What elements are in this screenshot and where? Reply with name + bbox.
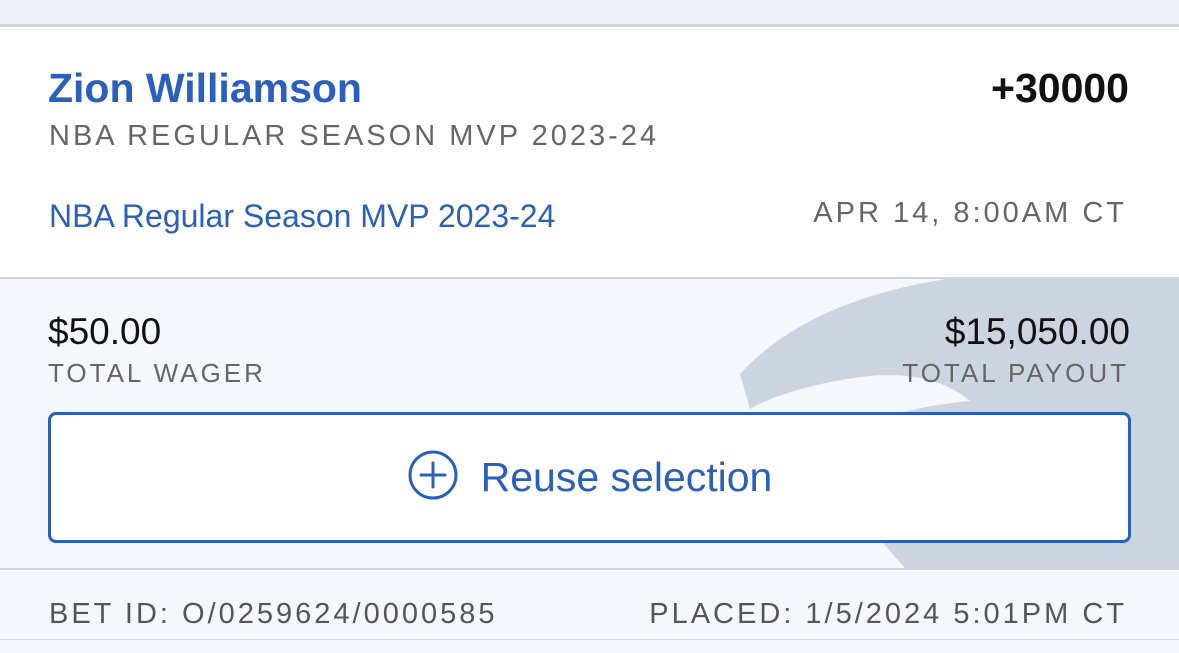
plus-circle-icon [408,450,458,499]
placed-timestamp: PLACED: 1/5/2024 5:01PM CT [649,598,1127,630]
reuse-selection-button[interactable]: Reuse selection [48,412,1131,543]
total-wager-amount: $50.00 [48,311,162,352]
event-link[interactable]: NBA Regular Season MVP 2023-24 [49,200,555,232]
player-name: Zion Williamson [48,65,362,111]
event-time: APR 14, 8:00AM CT [813,197,1127,229]
previous-card-edge [0,0,1179,27]
footer-divider [0,639,1179,640]
wager-summary: $50.00 TOTAL WAGER $15,050.00 TOTAL PAYO… [0,279,1179,568]
bet-footer: BET ID: O/0259624/0000585 PLACED: 1/5/20… [0,568,1179,653]
total-payout-amount: $15,050.00 [944,311,1130,352]
odds-value: +30000 [991,65,1129,111]
market-name: NBA REGULAR SEASON MVP 2023-24 [49,120,660,152]
reuse-selection-label: Reuse selection [480,454,773,500]
bet-id: BET ID: O/0259624/0000585 [49,598,498,630]
total-wager-label: TOTAL WAGER [48,358,266,388]
total-payout-label: TOTAL PAYOUT [902,358,1129,388]
